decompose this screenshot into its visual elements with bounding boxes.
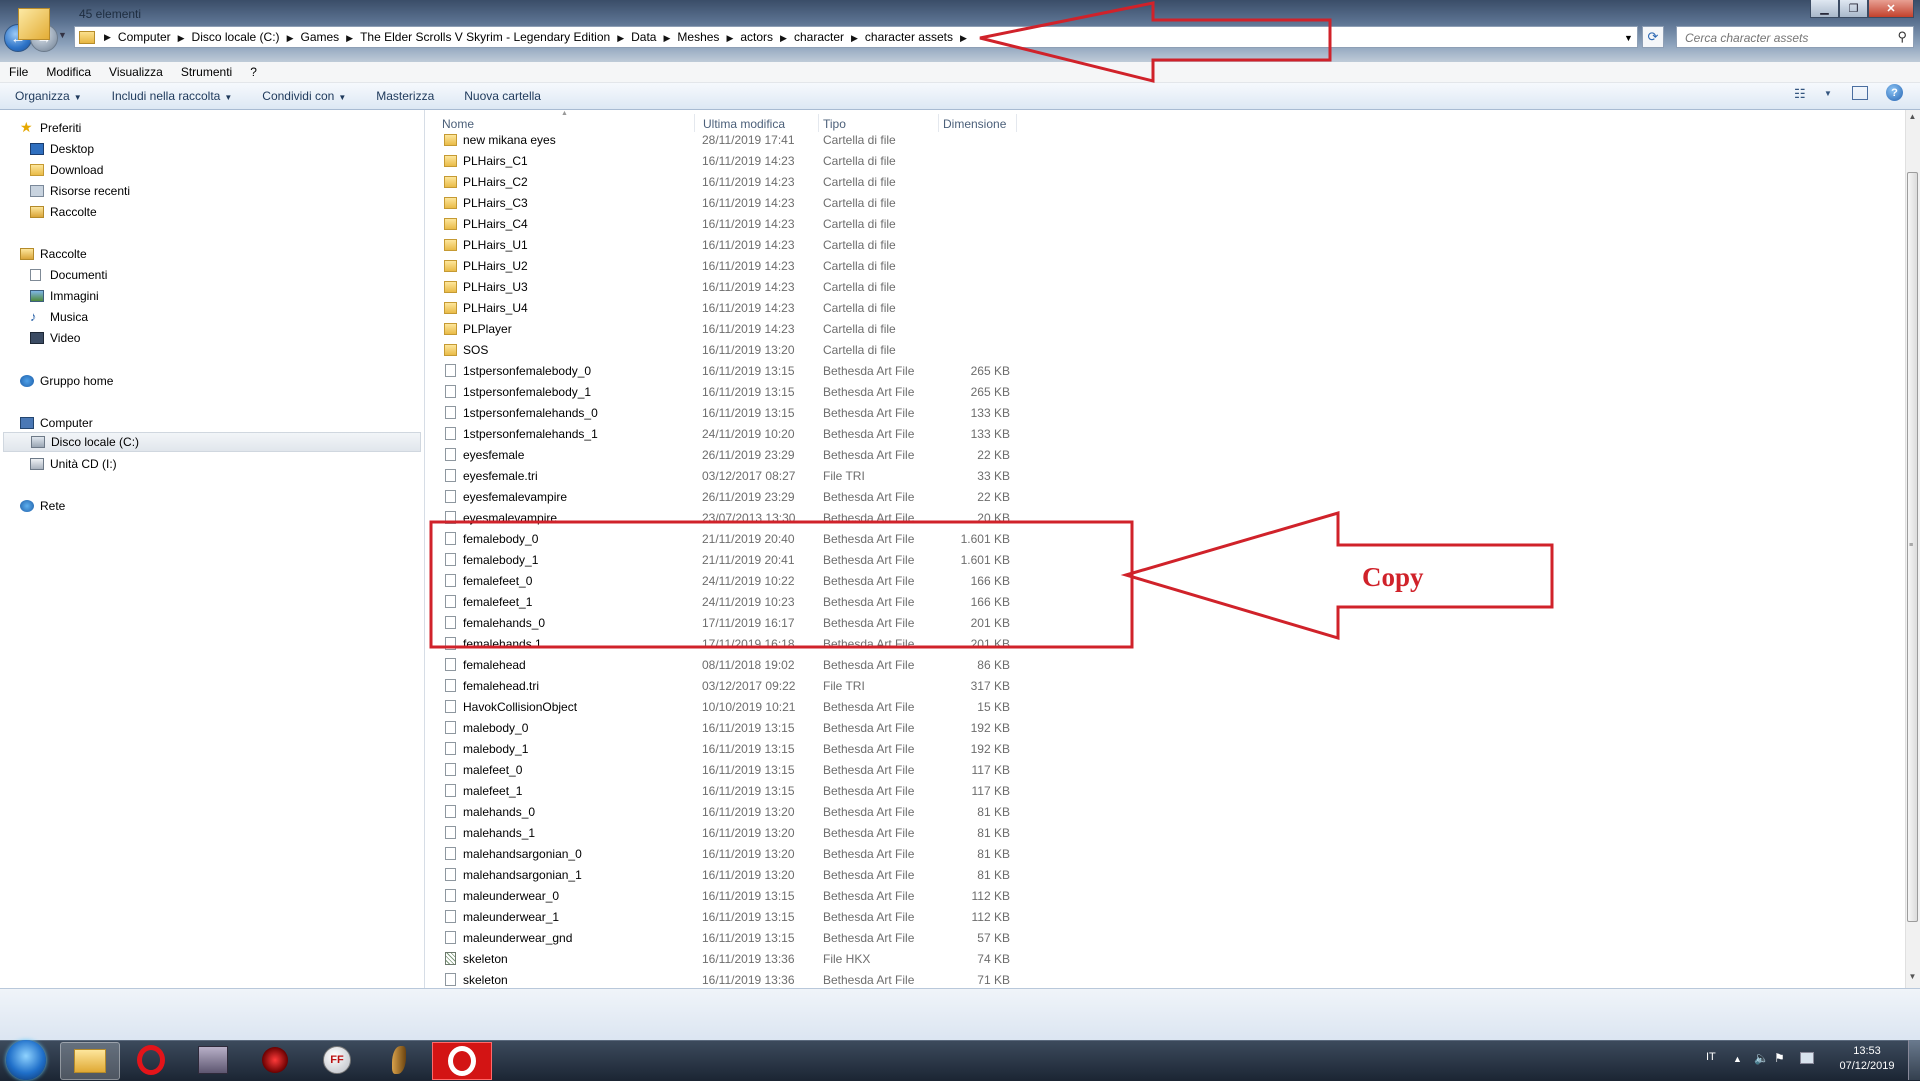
- annotation-overlay: Copy: [429, 1, 1554, 649]
- address-arrow-annotation: [979, 1, 1332, 83]
- copy-arrow-annotation: [1120, 510, 1554, 641]
- copy-selection-box-annotation: [429, 520, 1134, 649]
- copy-label: Copy: [1362, 562, 1424, 592]
